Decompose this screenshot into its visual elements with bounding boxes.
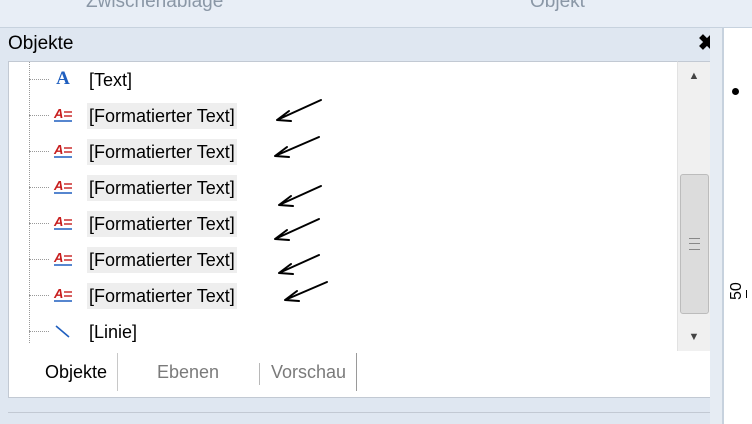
svg-text:A: A [53, 250, 63, 265]
svg-text:A: A [53, 178, 63, 193]
tree-item-label: [Linie] [89, 322, 138, 342]
tree-item[interactable]: A [Formatierter Text] [9, 242, 677, 278]
panel-title: Objekte [8, 33, 74, 54]
ribbon-group-object-label: Objekt [530, 0, 585, 12]
tree-connector [29, 223, 49, 224]
tree-connector [29, 151, 49, 152]
tree-item-label: [Formatierter Text] [87, 103, 237, 129]
svg-text:A: A [53, 214, 63, 229]
tree-item-label: [Text] [89, 70, 133, 90]
scroll-up-arrow-icon[interactable]: ▲ [678, 62, 710, 90]
tree-item-label: [Formatierter Text] [87, 139, 237, 165]
ruler-marker [732, 88, 739, 95]
panel-splitter[interactable] [710, 28, 723, 424]
ruler-label: 50 [728, 282, 745, 300]
svg-text:A: A [53, 286, 63, 301]
panel-bottom-area [0, 398, 722, 424]
formatted-text-icon: A [51, 139, 75, 163]
formatted-text-icon: A [51, 247, 75, 271]
tab-separator [259, 363, 260, 385]
tree-scrollbar[interactable]: ▲ ▼ [677, 61, 711, 352]
ribbon-group-clipboard-label: Zwischenablage [86, 0, 224, 12]
line-icon [51, 319, 75, 343]
tree-connector [29, 115, 49, 116]
tree-connector [29, 331, 49, 332]
tree-item-label: [Formatierter Text] [87, 175, 237, 201]
tab-objekte[interactable]: Objekte [35, 353, 119, 391]
object-tree: A [Text] A [Formatierter Text] A [Format… [8, 61, 677, 352]
tab-vorschau[interactable]: Vorschau [261, 353, 358, 391]
grip-icon [689, 238, 700, 250]
ruler-tick [746, 290, 751, 298]
tab-strip: Objekte Ebenen Vorschau [9, 351, 711, 395]
tree-item[interactable]: A [Formatierter Text] [9, 278, 677, 314]
scroll-down-arrow-icon[interactable]: ▼ [678, 323, 710, 351]
panel-tabs: Objekte Ebenen Vorschau [8, 351, 712, 398]
formatted-text-icon: A [51, 283, 75, 307]
tree-item[interactable]: A [Formatierter Text] [9, 206, 677, 242]
text-icon: A [56, 68, 70, 89]
tree-item[interactable]: A [Formatierter Text] [9, 134, 677, 170]
tree-item[interactable]: A [Formatierter Text] [9, 170, 677, 206]
formatted-text-icon: A [51, 175, 75, 199]
tree-connector [29, 79, 49, 80]
objects-panel-header: Objekte ✖ [0, 28, 722, 60]
tree-item-label: [Formatierter Text] [87, 283, 237, 309]
svg-text:A: A [53, 142, 63, 157]
formatted-text-icon: A [51, 103, 75, 127]
tree-item[interactable]: A [Text] [9, 62, 677, 98]
tree-item-label: [Formatierter Text] [87, 247, 237, 273]
tree-connector [29, 187, 49, 188]
tree-item[interactable]: [Linie] [9, 314, 677, 350]
formatted-text-icon: A [51, 211, 75, 235]
ribbon-group-labels: Zwischenablage Objekt [0, 0, 752, 28]
tab-ebenen[interactable]: Ebenen [147, 353, 229, 391]
tree-item-label: [Formatierter Text] [87, 211, 237, 237]
tree-connector [29, 259, 49, 260]
tree-connector [29, 295, 49, 296]
scrollbar-thumb[interactable] [680, 174, 709, 314]
tree-item[interactable]: A [Formatierter Text] [9, 98, 677, 134]
divider [8, 412, 718, 413]
vertical-ruler: 50 [723, 28, 752, 424]
svg-text:A: A [53, 106, 63, 121]
